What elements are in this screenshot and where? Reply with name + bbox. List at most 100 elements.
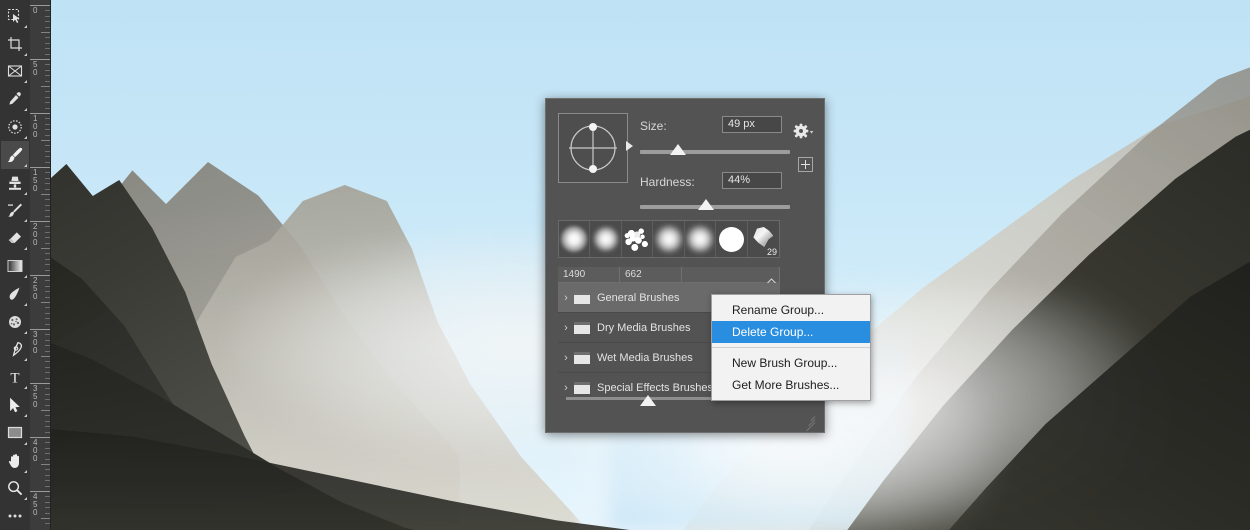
- tool-group-corner-icon: [24, 441, 27, 445]
- menu-item-new-brush-group[interactable]: New Brush Group...: [712, 352, 870, 374]
- resize-grip-icon[interactable]: [803, 411, 816, 432]
- tool-group-corner-icon: [24, 302, 27, 306]
- brush-list-header-cell[interactable]: 1490: [558, 267, 620, 282]
- ruler-tick-minor: [45, 323, 50, 325]
- pen-icon: [7, 341, 23, 358]
- hard-round-brush[interactable]: [716, 221, 748, 257]
- brush-angle-arrow-icon[interactable]: [626, 141, 633, 151]
- brush-list-header-cell[interactable]: 662: [620, 267, 682, 282]
- ruler-tick-mid: [41, 464, 50, 465]
- tool-group-corner-icon: [24, 219, 27, 223]
- tool-group-corner-icon: [24, 274, 27, 278]
- textured-brush-29[interactable]: 29: [748, 221, 779, 257]
- chevron-right-icon[interactable]: ›: [558, 292, 574, 304]
- ruler-tick-mid: [41, 356, 50, 357]
- path-selection-tool[interactable]: [1, 391, 29, 419]
- brush-group-context-menu[interactable]: Rename Group... Delete Group... New Brush …: [711, 294, 871, 401]
- menu-item-delete-group[interactable]: Delete Group...: [712, 321, 870, 343]
- size-slider-track[interactable]: [640, 150, 790, 154]
- crop-icon: [7, 36, 23, 52]
- gradient-tool[interactable]: [1, 252, 29, 280]
- spot-healing-brush-tool[interactable]: [1, 113, 29, 141]
- dodge-tool[interactable]: [1, 308, 29, 336]
- ruler-tick-label: 450: [33, 492, 38, 517]
- soft-round-brush-4[interactable]: [685, 221, 717, 257]
- brush-list-header[interactable]: 1490 662: [558, 267, 780, 284]
- ruler-tick-minor: [45, 458, 50, 460]
- spatter-brush[interactable]: [622, 221, 654, 257]
- rectangular-marquee-tool[interactable]: [1, 2, 29, 30]
- eyedropper-tool[interactable]: [1, 85, 29, 113]
- hardness-slider-knob[interactable]: [698, 199, 714, 210]
- ruler-tick-minor: [45, 150, 50, 152]
- hardness-value-input[interactable]: 44%: [722, 172, 782, 189]
- brush-tip-preview[interactable]: [558, 113, 628, 183]
- crop-tool[interactable]: [1, 30, 29, 58]
- soft-round-brush-1[interactable]: [559, 221, 591, 257]
- ruler-tick-minor: [45, 453, 50, 455]
- brush-thumbnail: [593, 227, 618, 251]
- magnifier-icon: [7, 480, 23, 496]
- ruler-tick-minor: [45, 161, 50, 163]
- edit-toolbar[interactable]: [1, 502, 29, 530]
- type-tool[interactable]: T: [1, 363, 29, 391]
- gear-icon[interactable]: [792, 123, 814, 141]
- hand-icon: [7, 453, 23, 469]
- ruler-tick-minor: [45, 474, 50, 476]
- menu-item-get-more-brushes[interactable]: Get More Brushes...: [712, 374, 870, 396]
- brush-thumbnail: [655, 226, 682, 252]
- hand-tool[interactable]: [1, 447, 29, 475]
- frame-icon: [7, 63, 23, 79]
- clone-stamp-tool[interactable]: [1, 169, 29, 197]
- ruler-tick-minor: [45, 237, 50, 239]
- brush-group-label: Wet Media Brushes: [597, 351, 693, 364]
- ruler-tick-minor: [45, 507, 50, 509]
- chevron-right-icon[interactable]: ›: [558, 352, 574, 364]
- ruler-tick-minor: [45, 80, 50, 82]
- ruler-tick-minor: [45, 102, 50, 104]
- hardness-slider-track[interactable]: [640, 205, 790, 209]
- ruler-tick-minor: [45, 264, 50, 266]
- ruler-tick-minor: [45, 334, 50, 336]
- tools-panel[interactable]: T: [0, 0, 30, 530]
- menu-item-rename-group[interactable]: Rename Group...: [712, 299, 870, 321]
- ruler-tick-minor: [45, 361, 50, 363]
- ruler-tick-minor: [45, 53, 50, 55]
- soft-round-brush-2[interactable]: [590, 221, 622, 257]
- pen-tool[interactable]: [1, 336, 29, 364]
- eraser-tool[interactable]: [1, 224, 29, 252]
- ruler-tick-label: 300: [33, 330, 38, 355]
- tool-group-corner-icon: [24, 80, 27, 84]
- frame-tool[interactable]: [1, 58, 29, 86]
- blur-tool[interactable]: [1, 280, 29, 308]
- soft-round-brush-3[interactable]: [653, 221, 685, 257]
- ruler-tick-label: 200: [33, 222, 38, 247]
- brush-list-header-cell[interactable]: [682, 267, 780, 282]
- chevron-right-icon[interactable]: ›: [558, 322, 574, 334]
- history-brush-tool[interactable]: [1, 197, 29, 225]
- ruler-tick-label: 0: [33, 6, 38, 15]
- zoom-tool[interactable]: [1, 475, 29, 503]
- brush-thumbnail: [623, 225, 652, 253]
- chevron-right-icon[interactable]: ›: [558, 382, 574, 394]
- rectangle-tool[interactable]: [1, 419, 29, 447]
- svg-text:T: T: [10, 371, 19, 386]
- ruler-tick-minor: [45, 69, 50, 71]
- ruler-tick-minor: [45, 199, 50, 201]
- ruler-tick-minor: [45, 21, 50, 23]
- ruler-tick-minor: [45, 291, 50, 293]
- size-value-input[interactable]: 49 px: [722, 116, 782, 133]
- panel-bottom-slider-knob[interactable]: [640, 395, 656, 406]
- size-slider-knob[interactable]: [669, 144, 686, 155]
- ruler-tick-minor: [45, 496, 50, 498]
- vertical-ruler[interactable]: 0 50 100 150 200 250 300 350 400 450: [30, 0, 51, 530]
- brush-preset-strip[interactable]: 29: [558, 220, 780, 258]
- folder-icon: [574, 381, 590, 394]
- brush-tool[interactable]: [1, 140, 29, 169]
- new-preset-plus-icon[interactable]: [798, 157, 813, 172]
- chevron-up-icon[interactable]: [767, 271, 776, 284]
- ruler-tick-minor: [45, 231, 50, 233]
- ruler-tick-minor: [45, 350, 50, 352]
- ruler-tick-minor: [45, 388, 50, 390]
- ruler-tick-minor: [45, 339, 50, 341]
